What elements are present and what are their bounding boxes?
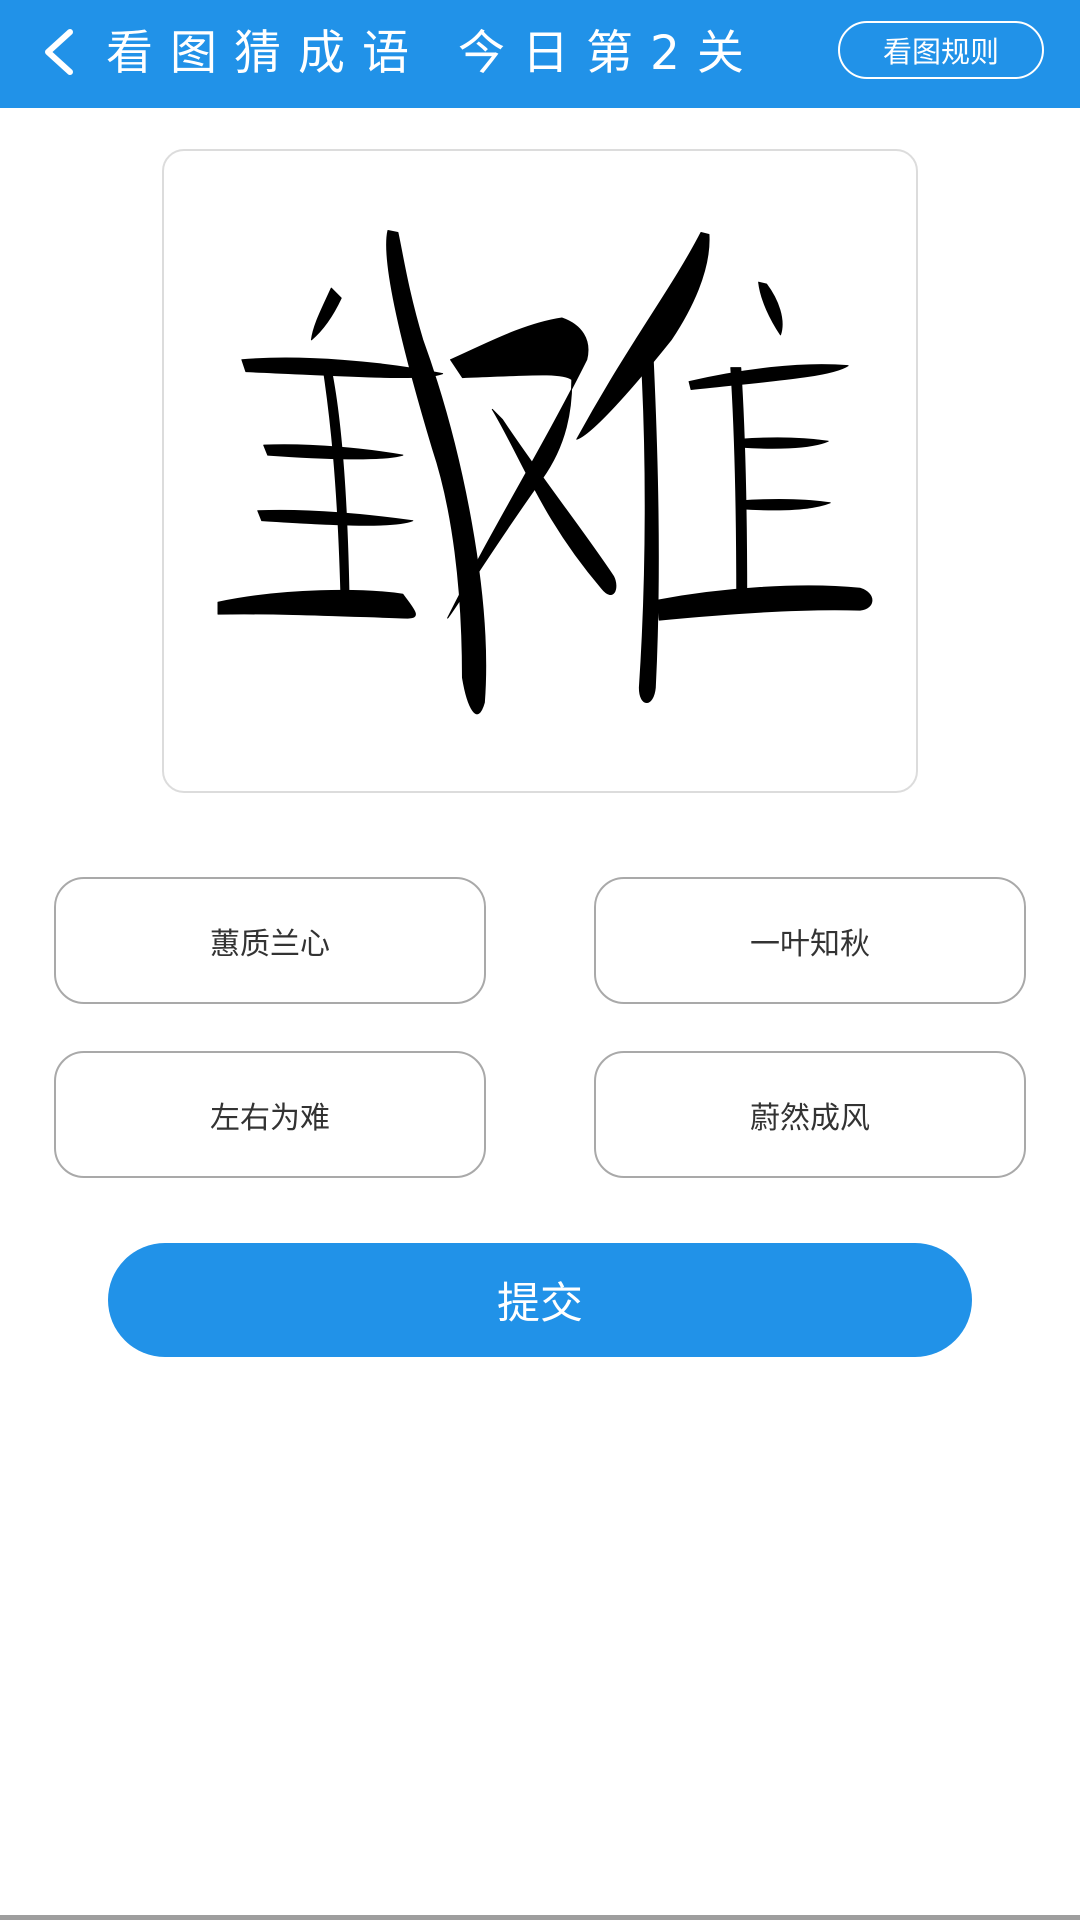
bottom-divider xyxy=(0,1915,1080,1920)
answer-option-2[interactable]: 一叶知秋 xyxy=(594,877,1026,1004)
character-puzzle-image xyxy=(217,230,873,715)
chevron-left-icon xyxy=(38,26,78,82)
rules-button[interactable]: 看图规则 xyxy=(838,21,1044,79)
answer-option-4[interactable]: 蔚然成风 xyxy=(594,1051,1026,1178)
app-screen: 看图猜成语 今日第2关 看图规则 蕙质兰心 一叶知秋 左右为难 蔚然成风 提交 xyxy=(0,0,1080,1920)
puzzle-image-card xyxy=(162,149,918,793)
submit-button[interactable]: 提交 xyxy=(108,1243,972,1357)
page-title: 看图猜成语 今日第2关 xyxy=(106,26,761,81)
answer-option-3[interactable]: 左右为难 xyxy=(54,1051,486,1178)
answer-option-1[interactable]: 蕙质兰心 xyxy=(54,877,486,1004)
back-button[interactable] xyxy=(28,24,88,84)
top-bar: 看图猜成语 今日第2关 看图规则 xyxy=(0,0,1080,108)
